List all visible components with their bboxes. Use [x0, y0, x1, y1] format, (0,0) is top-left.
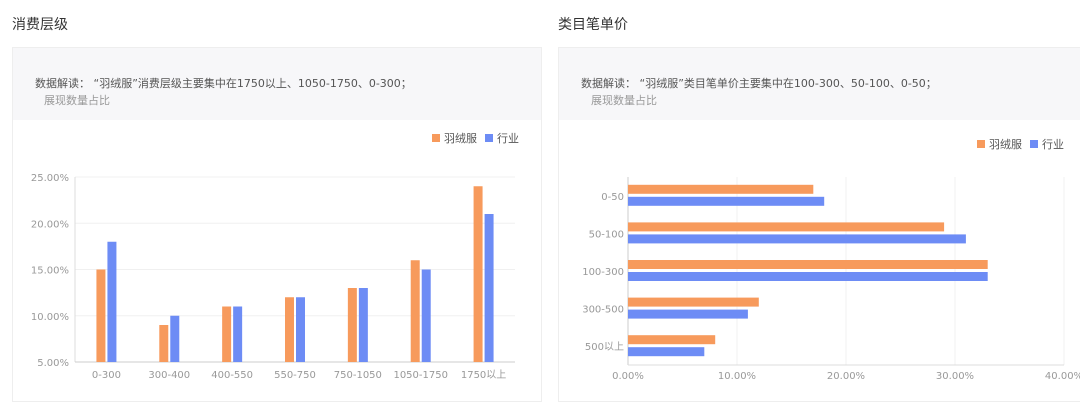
y-tick-label: 5.00% [37, 358, 69, 369]
bar-brand [96, 269, 106, 362]
bar-industry [628, 272, 988, 281]
bar-brand [410, 260, 420, 362]
x-tick-label: 0.00% [612, 371, 644, 382]
charts-svg: 5.00% 10.00% 15.00% 20.00% 25.00% 0-300 300-40… [31, 173, 1080, 382]
bar-brand [159, 325, 169, 362]
x-tick-label: 20.00% [827, 371, 865, 382]
bar-brand [628, 260, 988, 269]
bar-industry [628, 196, 825, 206]
bar-brand [285, 297, 294, 362]
y-tick-label: 100-300 [582, 267, 624, 278]
bar-brand [628, 184, 814, 194]
bar-brand [628, 297, 759, 307]
y-tick-label: 500以上 [585, 341, 624, 353]
y-tick-label: 50-100 [589, 229, 624, 240]
y-tick-label: 20.00% [31, 219, 69, 230]
x-tick-label: 30.00% [936, 371, 974, 382]
y-tick-label: 10.00% [31, 312, 69, 323]
x-tick-label: 750-1050 [334, 370, 382, 381]
x-tick-label: 400-550 [211, 370, 253, 381]
y-tick-label: 25.00% [31, 173, 69, 184]
bar-brand [628, 335, 716, 345]
bar-industry [170, 315, 180, 362]
bar-industry [628, 347, 705, 357]
bar-industry [628, 309, 748, 319]
bar-industry [296, 297, 305, 362]
y-tick-label: 300-500 [582, 305, 624, 316]
x-tick-label: 40.00% [1045, 371, 1080, 382]
y-tick-label: 0-50 [601, 192, 624, 203]
bar-brand [347, 288, 357, 362]
y-tick-label: 15.00% [31, 266, 69, 277]
bar-brand [473, 186, 483, 362]
bar-industry [358, 288, 368, 362]
bar-industry [484, 214, 494, 362]
x-tick-label: 0-300 [92, 370, 121, 381]
x-tick-label: 300-400 [148, 370, 190, 381]
x-tick-label: 1750以上 [461, 369, 506, 381]
bar-brand [222, 306, 232, 362]
x-tick-label: 1050-1750 [393, 370, 448, 381]
bar-industry [421, 269, 431, 362]
bar-brand [628, 222, 945, 232]
bar-industry [628, 234, 966, 244]
x-tick-label: 10.00% [718, 371, 756, 382]
bar-industry [233, 306, 243, 362]
bar-industry [107, 241, 117, 362]
x-tick-label: 550-750 [274, 370, 316, 381]
